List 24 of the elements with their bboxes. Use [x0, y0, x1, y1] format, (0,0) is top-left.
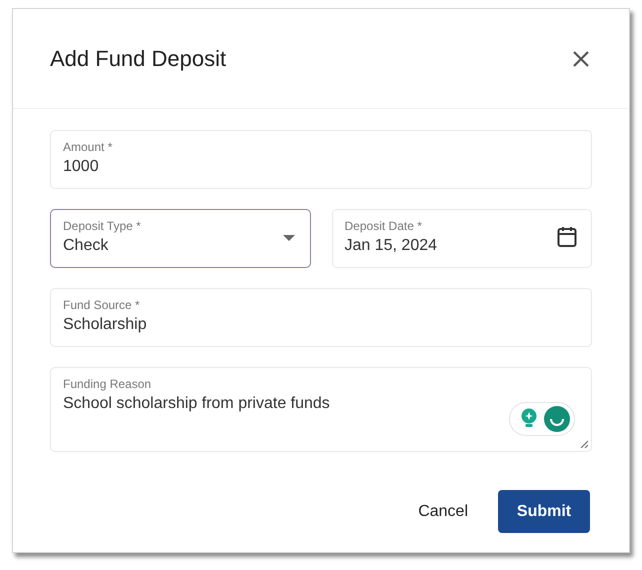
submit-button[interactable]: Submit — [498, 490, 590, 533]
field-label: Fund Source * — [63, 298, 141, 312]
resize-handle-icon[interactable] — [580, 440, 588, 448]
input-field[interactable]: Amount * 1000 — [50, 130, 592, 189]
calendar-icon[interactable] — [557, 226, 577, 248]
input-field[interactable]: Fund Source * Scholarship — [50, 288, 592, 347]
field-label: Deposit Date * — [344, 219, 423, 233]
field-label: Deposit Type * — [63, 219, 142, 233]
assistant-widget[interactable] — [509, 402, 575, 436]
cancel-button[interactable]: Cancel — [416, 490, 470, 533]
dropdown-caret-icon — [282, 235, 294, 241]
text-area[interactable]: Funding Reason School scholarship from private funds — [50, 367, 592, 452]
field-label: Amount * — [63, 140, 114, 154]
lightbulb-icon[interactable] — [520, 408, 538, 430]
field-value: Jan 15, 2024 — [344, 236, 438, 256]
field-value: School scholarship from private funds — [63, 394, 330, 414]
dialog-title: Add Fund Deposit — [50, 45, 226, 73]
field-label: Funding Reason — [63, 377, 152, 391]
field-value: 1000 — [63, 157, 99, 177]
dropdown-field[interactable]: Deposit Type * Check — [50, 209, 310, 268]
date-field[interactable]: Deposit Date * Jan 15, 2024 — [332, 209, 592, 268]
field-value: Check — [63, 236, 108, 256]
close-icon — [572, 50, 590, 68]
field-value: Scholarship — [63, 315, 147, 335]
